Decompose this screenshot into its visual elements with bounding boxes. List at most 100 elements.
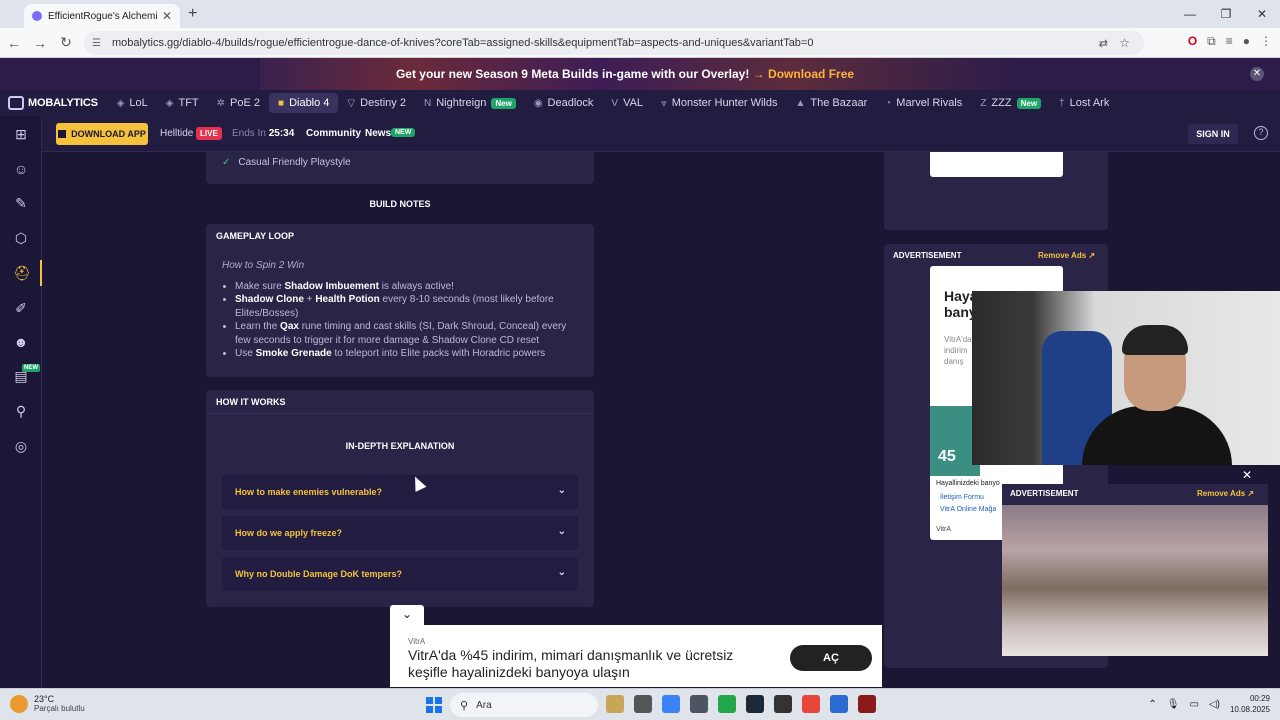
video-player[interactable] — [1002, 505, 1268, 656]
nav-item-diablo4[interactable]: ■ Diablo 4 — [269, 93, 339, 113]
clock[interactable]: 00:29 10.08.2025 — [1230, 693, 1270, 715]
rail-new-badge: NEW — [22, 364, 40, 372]
accordion-freeze[interactable]: How do we apply freeze? ⌄ — [222, 516, 578, 550]
chrome-icon[interactable] — [802, 695, 820, 713]
profile-avatar-icon[interactable]: ● — [1243, 34, 1250, 49]
nav-item-mhwilds[interactable]: ⩔ Monster Hunter Wilds — [652, 93, 786, 113]
nav-item-lost-ark[interactable]: † Lost Ark — [1050, 93, 1118, 113]
helltide-label[interactable]: Helltide — [160, 128, 193, 139]
opera-extension-icon[interactable]: O — [1188, 34, 1197, 49]
taskbar-search[interactable]: ⚲ Ara — [450, 693, 598, 717]
top-ad-frame[interactable] — [930, 152, 1063, 177]
battlenet-icon[interactable] — [830, 695, 848, 713]
diablo-app-icon[interactable] — [858, 695, 876, 713]
marvel-rivals-icon: ◔ — [885, 97, 892, 109]
news-link[interactable]: News — [365, 128, 391, 139]
ad-link-store[interactable]: VitrA Online Mağa — [940, 506, 996, 513]
windows-start-icon[interactable] — [426, 697, 442, 713]
community-icon[interactable]: ☻ — [13, 334, 29, 350]
skill-link[interactable]: Shadow Imbuement — [284, 281, 378, 292]
nav-label: LoL — [129, 97, 148, 109]
collapse-ad-chevron-icon[interactable]: ⌄ — [390, 605, 424, 625]
skill-link[interactable]: Shadow Clone — [235, 294, 304, 305]
github-icon[interactable] — [774, 695, 792, 713]
nav-item-val[interactable]: V VAL — [602, 93, 652, 113]
ad-link-contact[interactable]: İletişim Formu — [940, 494, 984, 501]
accordion-label: How do we apply freeze? — [235, 528, 343, 538]
extensions-area: O ⧉ ≡ ● ⋮ — [1188, 34, 1272, 49]
nav-label: Lost Ark — [1069, 97, 1110, 109]
volume-icon[interactable]: ◁) — [1209, 699, 1220, 710]
dashboard-grid-icon[interactable]: ⊞ — [13, 126, 29, 142]
accordion-double-damage[interactable]: Why no Double Damage DoK tempers? ⌄ — [222, 557, 578, 591]
url-field[interactable]: ☰ mobalytics.gg/diablo-4/builds/rogue/ef… — [84, 31, 1144, 55]
store-icon[interactable] — [690, 695, 708, 713]
back-icon[interactable]: ← — [2, 35, 26, 51]
restore-icon[interactable]: ❐ — [1208, 0, 1244, 28]
translate-icon[interactable]: ⇄ — [1099, 37, 1108, 50]
community-link[interactable]: Community — [306, 128, 361, 139]
bottom-ad-banner[interactable]: VitrA VitrA'da %45 indirim, mimari danış… — [390, 625, 882, 687]
close-window-icon[interactable]: ✕ — [1244, 0, 1280, 28]
browser-tab[interactable]: EfficientRogue's Alchemist Dance ✕ — [24, 4, 180, 28]
window-controls: — ❐ ✕ — [1172, 0, 1280, 28]
planner-icon[interactable]: ✐ — [13, 300, 29, 316]
tray-chevron-icon[interactable]: ⌃ — [1148, 699, 1156, 710]
network-icon[interactable]: ▭ — [1189, 699, 1198, 710]
promo-close-icon[interactable]: ✕ — [1250, 67, 1264, 81]
remove-ads-link[interactable]: Remove Ads ↗ — [1038, 251, 1095, 260]
promo-text: Get your new Season 9 Meta Builds in-gam… — [0, 67, 1250, 81]
forward-icon[interactable]: → — [28, 35, 52, 51]
helltide-timer: Ends In 25:34 — [232, 128, 294, 139]
nav-item-lol[interactable]: ◈ LoL — [108, 93, 157, 113]
site-info-icon[interactable]: ☰ — [92, 38, 104, 49]
nav-item-poe2[interactable]: ✲ PoE 2 — [208, 93, 269, 113]
overlay-icon[interactable]: ◎ — [13, 438, 29, 454]
new-tab-icon[interactable]: + — [188, 5, 197, 23]
steam-icon[interactable] — [746, 695, 764, 713]
nav-item-tft[interactable]: ◈ TFT — [157, 93, 208, 113]
promo-banner[interactable]: Get your new Season 9 Meta Builds in-gam… — [0, 58, 1280, 90]
mhwilds-icon: ⩔ — [661, 97, 667, 109]
builds-icon[interactable]: ✎ — [13, 195, 29, 211]
ad-copy-line: danış — [944, 357, 964, 366]
browser-menu-icon[interactable]: ⋮ — [1260, 34, 1272, 49]
profile-icon[interactable]: ☺ — [13, 161, 29, 177]
video-remove-ads-link[interactable]: Remove Ads ↗ — [1197, 489, 1254, 498]
extensions-puzzle-icon[interactable]: ⧉ — [1207, 34, 1216, 49]
nav-item-destiny2[interactable]: ▽ Destiny 2 — [338, 93, 415, 113]
tierlist-icon[interactable]: ⚲ — [13, 403, 29, 419]
mobalytics-logo[interactable]: MOBALYTICS — [8, 96, 98, 110]
video-ad-close-icon[interactable]: ✕ — [1242, 468, 1252, 482]
bookmark-star-icon[interactable]: ☆ — [1119, 36, 1130, 50]
right-ad-card-top — [884, 152, 1108, 230]
close-tab-icon[interactable]: ✕ — [162, 9, 172, 23]
promo-cta-link[interactable]: → Download Free — [753, 67, 854, 81]
nav-item-bazaar[interactable]: ▲ The Bazaar — [786, 93, 876, 113]
class-icon[interactable]: ⬡ — [13, 230, 29, 246]
nav-item-zzz[interactable]: Z ZZZ New — [971, 93, 1050, 113]
skill-link[interactable]: Health Potion — [315, 294, 379, 305]
task-view-icon[interactable] — [634, 695, 652, 713]
download-app-button[interactable]: DOWNLOAD APP — [56, 123, 148, 145]
nav-label: Monster Hunter Wilds — [671, 97, 778, 109]
minimize-icon[interactable]: — — [1172, 0, 1208, 28]
reload-icon[interactable]: ↻ — [54, 34, 78, 51]
nav-item-nightreign[interactable]: N Nightreign New — [415, 93, 525, 113]
media-icon[interactable]: ≡ — [1226, 34, 1233, 49]
weather-widget[interactable]: 23°C Parçalı bulutlu — [10, 694, 85, 713]
rune-link[interactable]: Qax — [280, 321, 299, 332]
help-icon[interactable]: ? — [1254, 126, 1268, 140]
copilot-icon[interactable] — [662, 695, 680, 713]
widgets-icon[interactable] — [606, 695, 624, 713]
nav-item-deadlock[interactable]: ◉ Deadlock — [525, 93, 603, 113]
nav-item-marvel-rivals[interactable]: ◔ Marvel Rivals — [876, 93, 971, 113]
sign-in-button[interactable]: SIGN IN — [1188, 124, 1238, 144]
helmet-icon[interactable]: ⛑ — [13, 265, 31, 281]
microphone-icon[interactable]: 🎙 — [1167, 699, 1180, 710]
gameplay-loop-subtitle: How to Spin 2 Win — [222, 260, 305, 271]
bottom-ad-open-button[interactable]: AÇ — [790, 645, 872, 671]
xbox-icon[interactable] — [718, 695, 736, 713]
accordion-vulnerable[interactable]: How to make enemies vulnerable? ⌄ — [222, 475, 578, 509]
skill-link[interactable]: Smoke Grenade — [256, 348, 332, 359]
